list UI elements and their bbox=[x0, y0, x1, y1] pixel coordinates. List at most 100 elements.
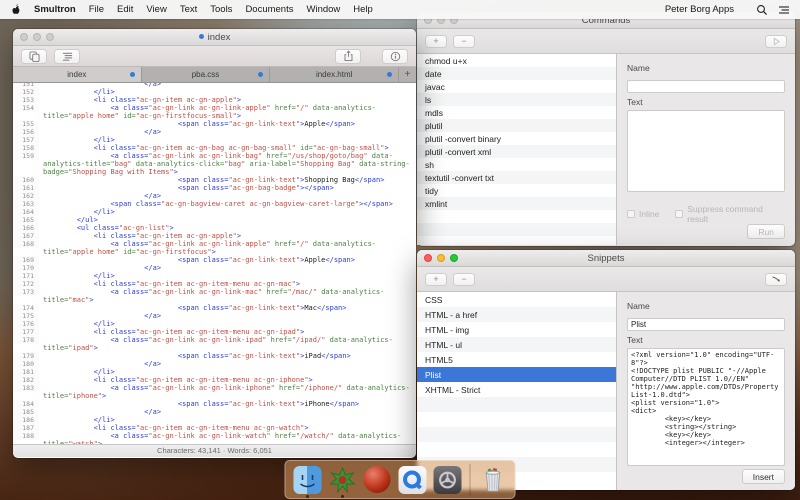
code-line: 184 <span class="ac-gn-link-text">iPhone… bbox=[13, 400, 416, 408]
modified-dot-icon bbox=[199, 34, 204, 39]
snippet-empty-row bbox=[417, 442, 616, 457]
snippets-titlebar[interactable]: Snippets bbox=[417, 250, 795, 267]
finder-icon[interactable] bbox=[293, 465, 322, 494]
command-item[interactable]: javac bbox=[417, 80, 616, 93]
snippet-item[interactable]: XHTML - Strict bbox=[417, 382, 616, 397]
share-icon[interactable] bbox=[335, 49, 361, 64]
code-line: 185 </a> bbox=[13, 408, 416, 416]
smultron-icon[interactable] bbox=[328, 465, 357, 494]
new-tab-button[interactable]: + bbox=[399, 67, 416, 82]
suppress-result-checkbox[interactable]: Suppress command result bbox=[675, 204, 785, 224]
code-line: 167 <li class="ac-gn-item ac-gn-apple"> bbox=[13, 232, 416, 240]
gear-app-icon[interactable] bbox=[433, 465, 462, 494]
remove-snippet-button[interactable]: − bbox=[453, 273, 475, 286]
code-line: 156 </a> bbox=[13, 128, 416, 136]
snippet-name-input[interactable] bbox=[627, 318, 785, 331]
code-line: 176 </li> bbox=[13, 320, 416, 328]
menu-app-name[interactable]: Smultron bbox=[34, 4, 76, 15]
code-line: 183 <a class="ac-gn-link ac-gn-link-ipho… bbox=[13, 384, 416, 400]
commands-list[interactable]: chmod u+xdatejavaclsmdlsplutilplutil -co… bbox=[417, 54, 617, 245]
snippets-toolbar: + − bbox=[417, 267, 795, 292]
code-line: 160 <span class="ac-gn-link-text">Shoppi… bbox=[13, 176, 416, 184]
command-item[interactable]: plutil -convert xml bbox=[417, 145, 616, 158]
command-item[interactable]: textutil -convert txt bbox=[417, 171, 616, 184]
add-command-button[interactable]: + bbox=[425, 35, 447, 48]
run-command-play-button[interactable] bbox=[765, 35, 787, 48]
command-text-area[interactable] bbox=[627, 110, 785, 192]
assign-shortcut-icon[interactable] bbox=[765, 273, 787, 286]
menu-item-file[interactable]: File bbox=[89, 4, 104, 15]
snippet-item[interactable]: HTML - ul bbox=[417, 337, 616, 352]
editor-window: index indexpba.cssindex.html+ 151 </a>15… bbox=[13, 29, 416, 458]
code-line: 154 <a class="ac-gn-link ac-gn-link-appl… bbox=[13, 104, 416, 120]
trash-icon[interactable] bbox=[479, 465, 508, 494]
tab-pba.css[interactable]: pba.css bbox=[142, 67, 271, 82]
command-item[interactable]: date bbox=[417, 67, 616, 80]
code-line: 170 </a> bbox=[13, 264, 416, 272]
code-line: 187 <li class="ac-gn-item ac-gn-item-men… bbox=[13, 424, 416, 432]
command-text-label: Text bbox=[627, 97, 785, 107]
tab-index.html[interactable]: index.html bbox=[270, 67, 399, 82]
line-list-icon[interactable] bbox=[54, 49, 80, 64]
snippet-empty-row bbox=[417, 412, 616, 427]
code-line: 153 <li class="ac-gn-item ac-gn-apple"> bbox=[13, 96, 416, 104]
inline-checkbox[interactable]: Inline bbox=[627, 209, 659, 219]
code-editor[interactable]: 151 </a>152 </li>153 <li class="ac-gn-it… bbox=[13, 83, 416, 444]
snippet-name-label: Name bbox=[627, 301, 785, 311]
run-button[interactable]: Run bbox=[747, 224, 785, 239]
command-item[interactable]: sh bbox=[417, 158, 616, 171]
remove-command-button[interactable]: − bbox=[453, 35, 475, 48]
menu-item-tools[interactable]: Tools bbox=[210, 4, 232, 15]
tab-index[interactable]: index bbox=[13, 67, 142, 82]
menu-item-text[interactable]: Text bbox=[180, 4, 197, 15]
snippet-item[interactable]: HTML5 bbox=[417, 352, 616, 367]
code-line: 166 <ul class="ac-gn-list"> bbox=[13, 224, 416, 232]
menu-item-edit[interactable]: Edit bbox=[117, 4, 133, 15]
snippet-text-label: Text bbox=[627, 335, 785, 345]
command-item[interactable]: tidy bbox=[417, 184, 616, 197]
snippet-item[interactable]: HTML - a href bbox=[417, 307, 616, 322]
menu-right-text[interactable]: Peter Borg Apps bbox=[665, 4, 734, 15]
info-icon[interactable] bbox=[382, 49, 408, 64]
code-line: 178 <a class="ac-gn-link ac-gn-link-ipad… bbox=[13, 336, 416, 352]
snippet-text-area[interactable]: <?xml version="1.0" encoding="UTF-8"?> <… bbox=[627, 348, 785, 466]
command-name-input[interactable] bbox=[627, 80, 785, 93]
menu-item-documents[interactable]: Documents bbox=[245, 4, 293, 15]
search-icon[interactable] bbox=[756, 4, 768, 16]
code-line: 164 </li> bbox=[13, 208, 416, 216]
menu-item-help[interactable]: Help bbox=[353, 4, 373, 15]
command-item[interactable]: plutil bbox=[417, 119, 616, 132]
command-item[interactable]: plutil -convert binary bbox=[417, 132, 616, 145]
notification-center-icon[interactable] bbox=[778, 4, 790, 16]
code-line: 175 </a> bbox=[13, 312, 416, 320]
code-line: 159 <a class="ac-gn-link ac-gn-link-bag"… bbox=[13, 152, 416, 176]
command-item[interactable]: mdls bbox=[417, 106, 616, 119]
code-line: 174 <span class="ac-gn-link-text">Mac</s… bbox=[13, 304, 416, 312]
apple-menu-icon[interactable] bbox=[10, 3, 22, 16]
quicktime-icon[interactable] bbox=[398, 465, 427, 494]
red-sphere-icon[interactable] bbox=[363, 465, 392, 494]
code-line: 157 </li> bbox=[13, 136, 416, 144]
editor-toolbar bbox=[13, 46, 416, 67]
insert-button[interactable]: Insert bbox=[742, 469, 785, 484]
command-item[interactable]: chmod u+x bbox=[417, 54, 616, 67]
command-item[interactable]: xmlint bbox=[417, 197, 616, 210]
snippet-empty-row bbox=[417, 397, 616, 412]
menu-item-window[interactable]: Window bbox=[307, 4, 341, 15]
menu-item-view[interactable]: View bbox=[146, 4, 166, 15]
editor-titlebar[interactable]: index bbox=[13, 29, 416, 46]
snippet-item[interactable]: CSS bbox=[417, 292, 616, 307]
commands-window: Commands + − chmod u+xdatejavaclsmdlsplu… bbox=[417, 12, 795, 246]
documents-icon[interactable] bbox=[21, 49, 47, 64]
status-bar: Characters: 43,141 · Words: 6,051 bbox=[13, 444, 416, 457]
code-line: 182 <li class="ac-gn-item ac-gn-item-men… bbox=[13, 376, 416, 384]
tab-bar: indexpba.cssindex.html+ bbox=[13, 67, 416, 83]
command-empty-row bbox=[417, 236, 616, 245]
snippet-item[interactable]: Plist bbox=[417, 367, 616, 382]
code-line: 171 </li> bbox=[13, 272, 416, 280]
command-item[interactable]: ls bbox=[417, 93, 616, 106]
snippet-item[interactable]: HTML - img bbox=[417, 322, 616, 337]
menu-bar: Smultron File Edit View Text Tools Documents W… bbox=[0, 0, 800, 19]
code-line: 163 <span class="ac-gn-bagview-caret ac-… bbox=[13, 200, 416, 208]
add-snippet-button[interactable]: + bbox=[425, 273, 447, 286]
